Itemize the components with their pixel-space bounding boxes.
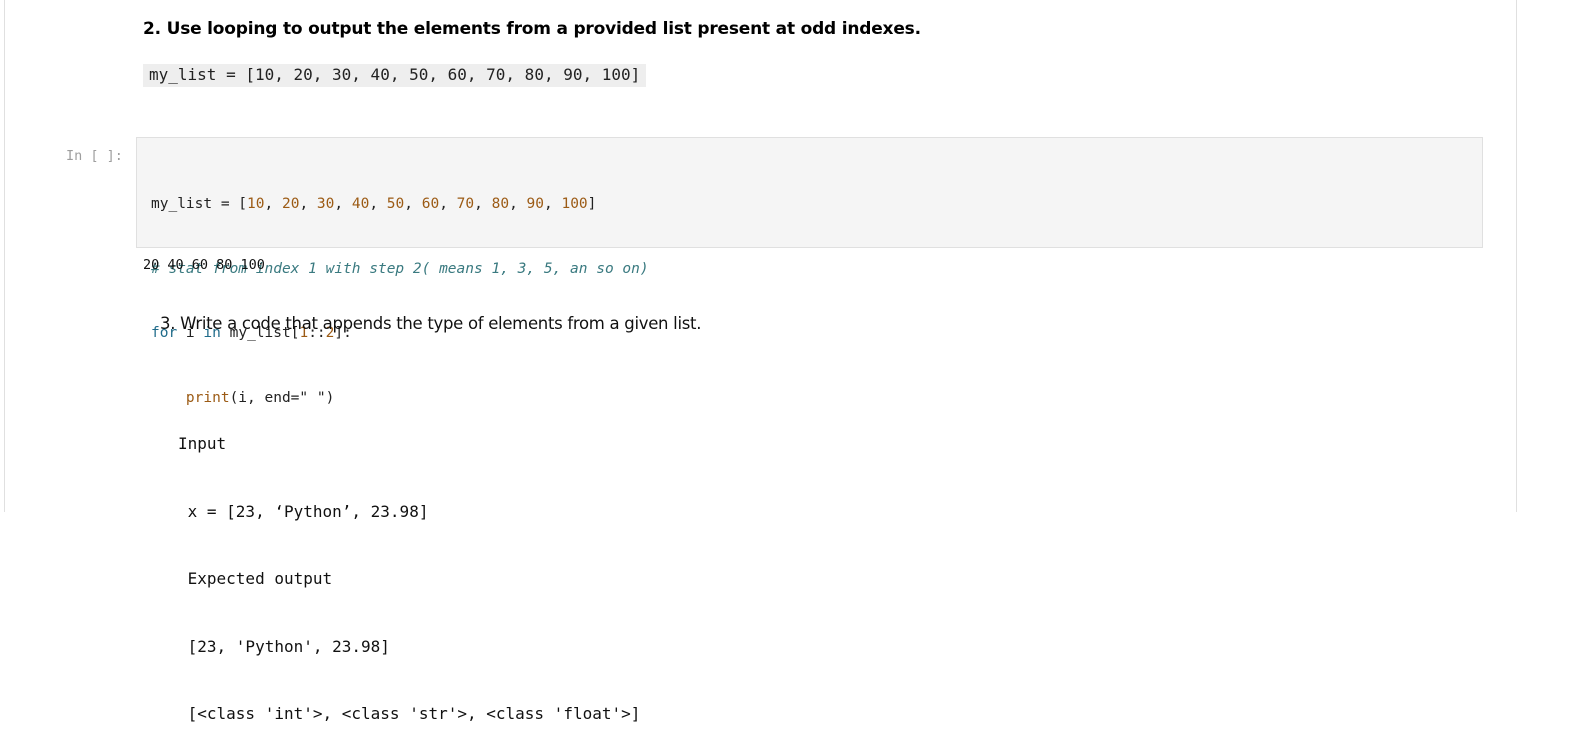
- pre-line: Expected output: [178, 569, 333, 588]
- code-separator: ,: [369, 196, 387, 212]
- code-number: 80: [491, 196, 510, 212]
- code-number: 100: [561, 196, 588, 212]
- code-line-1: my_list = [10, 20, 30, 40, 50, 60, 70, 8…: [151, 194, 649, 216]
- code-number: 40: [351, 196, 370, 212]
- code-bracket: ]: [587, 196, 597, 212]
- code-separator: ,: [299, 196, 317, 212]
- code-number: 20: [281, 196, 300, 212]
- code-separator: ,: [509, 196, 527, 212]
- code-separator: ,: [264, 196, 282, 212]
- pre-line: [23, 'Python', 23.98]: [178, 636, 390, 656]
- inline-code-my-list: my_list = [10, 20, 30, 40, 50, 60, 70, 8…: [143, 64, 647, 87]
- code-op: = [: [212, 196, 248, 212]
- cell-prompt: In [ ]:: [66, 148, 123, 164]
- code-separator: ,: [334, 196, 352, 212]
- code-var: my_list: [151, 196, 213, 212]
- pre-line: Input: [178, 434, 227, 453]
- code-separator: ,: [404, 196, 422, 212]
- pre-line: [<class 'int'>, <class 'str'>, <class 'f…: [178, 704, 641, 723]
- code-cell-editor[interactable]: my_list = [10, 20, 30, 40, 50, 60, 70, 8…: [136, 137, 1483, 406]
- code-number: 90: [526, 196, 544, 212]
- markdown-heading-q2: 2. Use looping to output the elements fr…: [143, 19, 921, 39]
- code-separator: ,: [474, 196, 492, 212]
- code-number-list: 10, 20, 30, 40, 50, 60, 70, 80, 90, 100: [247, 196, 588, 212]
- code-separator: ,: [544, 196, 562, 212]
- preformatted-block: Input x = [23, ‘Python’, 23.98] Expected…: [178, 388, 640, 748]
- markdown-text-q3: 3. Write a code that appends the type of…: [160, 314, 702, 333]
- code-number: 50: [386, 196, 405, 212]
- cell-output: 20 40 60 80 100: [143, 257, 265, 273]
- code-number: 30: [316, 196, 335, 212]
- code-separator: ,: [439, 196, 457, 212]
- code-number: 70: [456, 196, 475, 212]
- code-number: 60: [421, 196, 440, 212]
- code-number: 10: [247, 196, 265, 212]
